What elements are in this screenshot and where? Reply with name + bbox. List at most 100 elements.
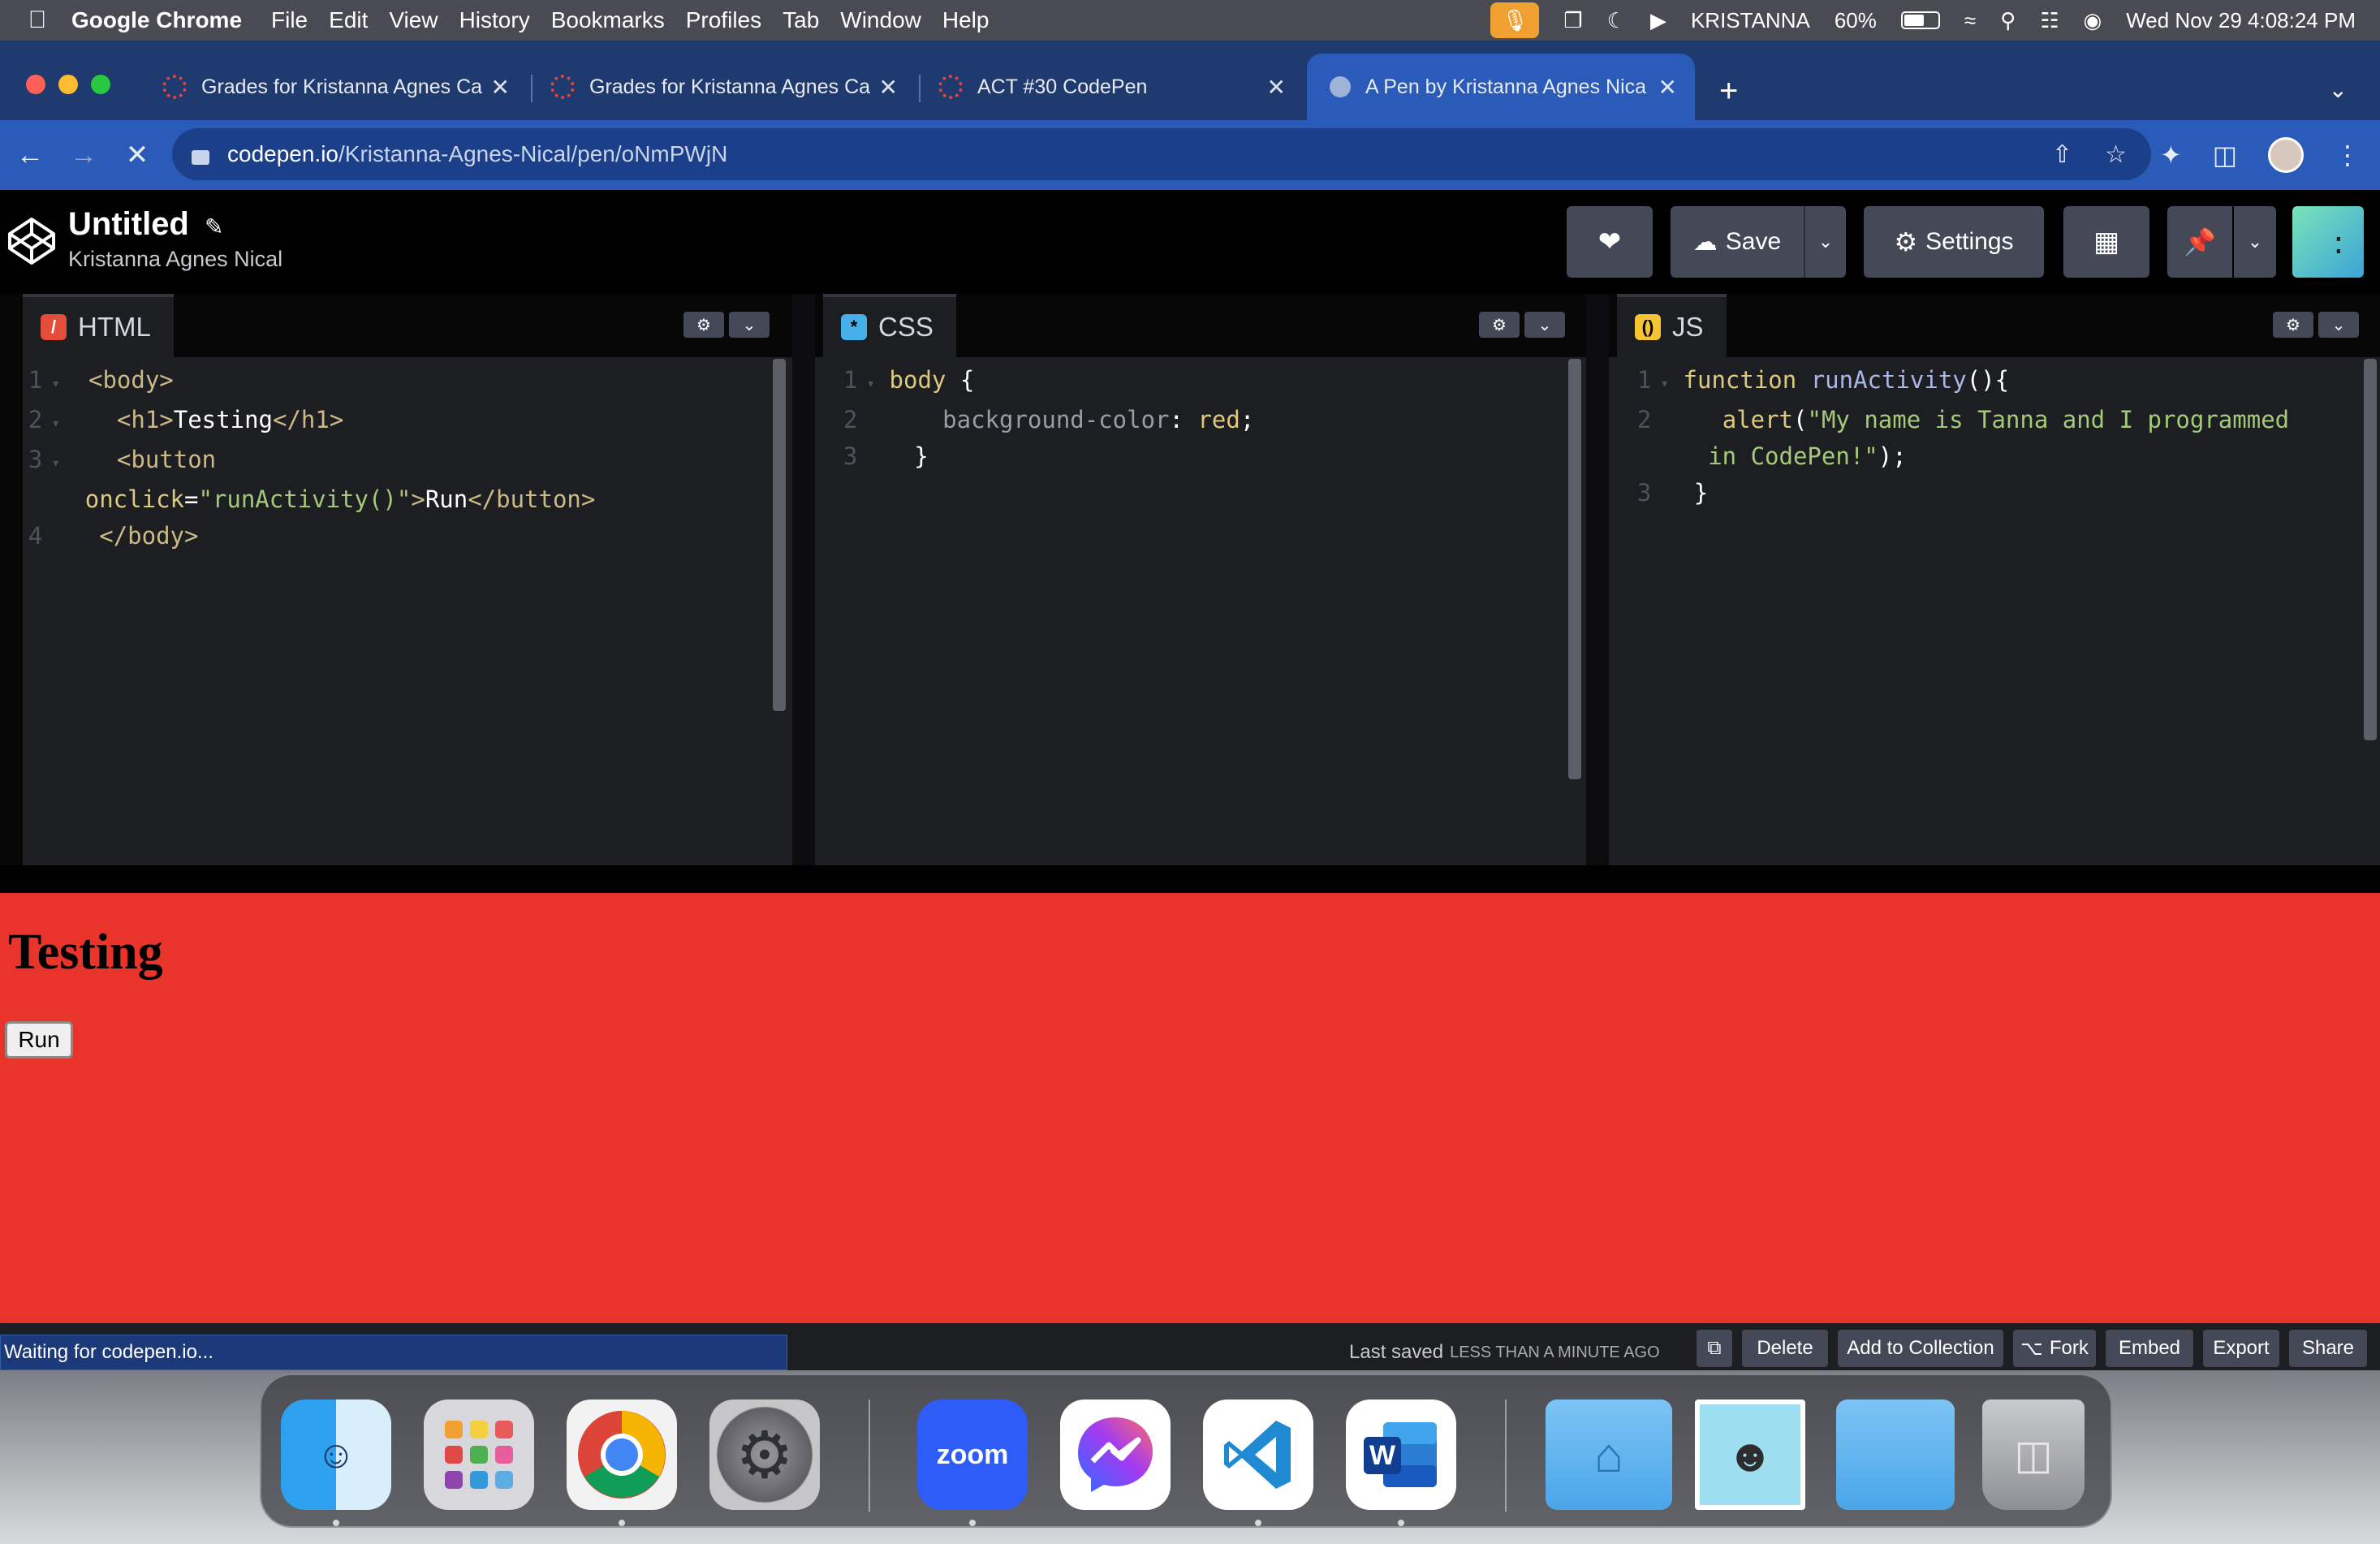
share-icon[interactable]: ⇧ — [2052, 140, 2072, 169]
siri-icon[interactable]: ◉ — [2084, 8, 2102, 33]
menu-bookmarks[interactable]: Bookmarks — [551, 7, 665, 33]
last-saved: Last saved LESS THAN A MINUTE AGO — [1349, 1335, 1660, 1370]
trash-bin-icon: ◫ — [2014, 1432, 2053, 1477]
preview-run-button[interactable]: Run — [5, 1021, 73, 1059]
save-dropdown-button[interactable]: ⌄ — [1804, 206, 1846, 278]
close-tab-icon[interactable]: ✕ — [879, 74, 898, 101]
chrome-icon[interactable] — [567, 1400, 677, 1510]
delete-button[interactable]: Delete — [1742, 1330, 1828, 1367]
pen-title[interactable]: Untitled ✎ — [68, 206, 223, 243]
side-panel-icon[interactable]: ◫ — [2213, 140, 2237, 170]
screen-mirroring-icon[interactable]: ❐ — [1563, 8, 1582, 33]
pin-button[interactable]: 📌 — [2167, 206, 2232, 278]
menu-history[interactable]: History — [459, 7, 530, 33]
pane-resizer[interactable] — [1586, 294, 1609, 865]
html-code[interactable]: 1 ▾ <body> 2 ▾ <h1>Testing</h1> 3 ▾ <but… — [0, 362, 792, 554]
home-folder-icon[interactable]: ⌂ — [1546, 1400, 1672, 1510]
menu-file[interactable]: File — [271, 7, 308, 33]
js-code[interactable]: 1 ▾ function runActivity(){ 2 alert("My … — [1609, 362, 2380, 511]
css-pane-settings-icon[interactable]: ⚙ — [1479, 312, 1520, 338]
trash-icon[interactable]: ◫ — [1982, 1400, 2085, 1510]
zoom-app-icon[interactable]: zoom — [917, 1400, 1028, 1510]
share-button[interactable]: Share — [2289, 1330, 2367, 1367]
menu-app-name[interactable]: Google Chrome — [71, 7, 242, 33]
apple-icon[interactable]:  — [21, 6, 54, 34]
css-code[interactable]: 1 ▾ body { 2 background-color: red; 3 } — [815, 362, 1586, 475]
browser-tab[interactable]: Grades for Kristanna Agnes Ca ✕ — [528, 54, 916, 120]
messenger-icon[interactable] — [1060, 1400, 1171, 1510]
minimize-window-button[interactable] — [58, 75, 78, 94]
codepen-logo-icon[interactable] — [6, 216, 57, 266]
pen-author[interactable]: Kristanna Agnes Nical — [68, 247, 282, 272]
downloads-stack-icon[interactable]: ☻ — [1695, 1400, 1805, 1510]
menubar-user[interactable]: KRISTANNA — [1691, 8, 1810, 33]
wifi-icon[interactable]: ≈ — [1964, 8, 1976, 33]
battery-icon[interactable] — [1900, 11, 1940, 29]
control-center-icon[interactable]: ☷ — [2040, 8, 2059, 33]
address-bar[interactable]: codepen.io/Kristanna-Agnes-Nical/pen/oNm… — [172, 128, 2151, 180]
js-editor-scrollbar[interactable] — [2364, 359, 2377, 740]
user-avatar[interactable]: ∶ — [2292, 206, 2364, 278]
css-pane-collapse-icon[interactable]: ⌄ — [1524, 312, 1565, 338]
css-pane-tab[interactable]: * CSS — [823, 294, 956, 357]
save-button[interactable]: ☁ Save — [1671, 206, 1804, 278]
js-pane-collapse-icon[interactable]: ⌄ — [2318, 312, 2359, 338]
edit-pencil-icon[interactable]: ✎ — [205, 214, 223, 239]
menu-edit[interactable]: Edit — [329, 7, 368, 33]
js-pane-settings-icon[interactable]: ⚙ — [2273, 312, 2313, 338]
extensions-puzzle-icon[interactable]: ✦ — [2160, 140, 2182, 170]
running-indicator — [969, 1520, 976, 1526]
close-tab-icon[interactable]: ✕ — [1267, 74, 1286, 101]
menubar-clock[interactable]: Wed Nov 29 4:08:24 PM — [2126, 8, 2356, 33]
menu-view[interactable]: View — [389, 7, 438, 33]
launchpad-icon[interactable] — [424, 1400, 534, 1510]
html-editor-scrollbar[interactable] — [773, 359, 786, 711]
menu-tab[interactable]: Tab — [783, 7, 819, 33]
folder-icon[interactable] — [1836, 1400, 1955, 1510]
tab-search-chevron-icon[interactable]: ⌄ — [2329, 76, 2348, 103]
zoom-window-button[interactable] — [91, 75, 110, 94]
stop-loading-icon[interactable]: ✕ — [110, 139, 164, 171]
pin-dropdown-button[interactable]: ⌄ — [2234, 206, 2276, 278]
profile-avatar[interactable] — [2268, 137, 2304, 173]
export-button[interactable]: Export — [2203, 1330, 2279, 1367]
play-icon[interactable]: ▶ — [1650, 8, 1666, 33]
close-window-button[interactable] — [26, 75, 45, 94]
css-editor-scrollbar[interactable] — [1568, 359, 1581, 779]
focus-moon-icon[interactable]: ☾ — [1607, 8, 1626, 33]
browser-tab[interactable]: ACT #30 CodePen ✕ — [916, 54, 1304, 120]
open-in-new-window-icon[interactable]: ⧉ — [1697, 1330, 1732, 1367]
microphone-icon[interactable]: 🎙 — [1490, 2, 1540, 38]
menu-profiles[interactable]: Profiles — [686, 7, 761, 33]
new-tab-icon[interactable]: + — [1719, 73, 1738, 110]
back-icon[interactable]: ← — [3, 140, 57, 171]
lock-icon[interactable] — [192, 150, 209, 165]
change-view-button[interactable]: ▦ — [2063, 206, 2149, 278]
fork-button[interactable]: ⌥ Fork — [2013, 1330, 2096, 1367]
close-tab-icon[interactable]: ✕ — [491, 74, 510, 101]
embed-button[interactable]: Embed — [2106, 1330, 2193, 1367]
forward-icon[interactable]: → — [57, 140, 110, 171]
browser-tab-strip: Grades for Kristanna Agnes Ca ✕ Grades f… — [0, 41, 2380, 120]
vscode-icon[interactable] — [1203, 1400, 1313, 1510]
browser-tab-active[interactable]: A Pen by Kristanna Agnes Nica ✕ — [1307, 54, 1695, 120]
browser-tab[interactable]: Grades for Kristanna Agnes Ca ✕ — [140, 54, 528, 120]
close-tab-icon[interactable]: ✕ — [1658, 74, 1677, 101]
spotlight-search-icon[interactable]: ⚲ — [2000, 8, 2016, 33]
html-pane-tab[interactable]: / HTML — [23, 294, 174, 357]
js-pane-tab[interactable]: () JS — [1617, 294, 1727, 357]
pane-resizer[interactable] — [792, 294, 815, 865]
system-settings-icon[interactable]: ⚙ — [709, 1400, 820, 1510]
preview-resize-bar[interactable] — [0, 865, 2380, 893]
add-to-collection-button[interactable]: Add to Collection — [1838, 1330, 2003, 1367]
chrome-menu-icon[interactable]: ⋮ — [2335, 140, 2361, 170]
menu-window[interactable]: Window — [840, 7, 921, 33]
finder-icon[interactable]: ☺ — [281, 1400, 391, 1510]
love-button[interactable]: ❤ — [1567, 206, 1653, 278]
html-pane-settings-icon[interactable]: ⚙ — [683, 312, 724, 338]
html-pane-collapse-icon[interactable]: ⌄ — [729, 312, 770, 338]
microsoft-word-icon[interactable]: W — [1346, 1400, 1456, 1510]
settings-button[interactable]: ⚙ Settings — [1864, 206, 2044, 278]
menu-help[interactable]: Help — [942, 7, 990, 33]
bookmark-star-icon[interactable]: ☆ — [2105, 140, 2127, 169]
